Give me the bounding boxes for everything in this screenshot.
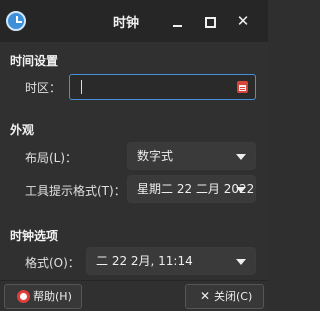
clock-icon — [6, 11, 26, 31]
help-button[interactable]: 帮助(H) — [4, 284, 82, 309]
format-selected-value: 二 22 2月, 11:14 — [96, 254, 193, 268]
section-title-appearance: 外观 — [10, 123, 35, 137]
chevron-down-icon — [236, 187, 246, 193]
chevron-down-icon — [236, 259, 246, 265]
window-close-button[interactable]: ✕ — [232, 10, 254, 32]
layout-selected-value: 数字式 — [137, 149, 174, 163]
chevron-down-icon — [236, 154, 246, 160]
title-bar[interactable]: 时钟 ✕ — [0, 0, 268, 42]
tooltip-format-dropdown[interactable]: 星期二 22 二月 2022 — [127, 175, 256, 203]
minimize-button[interactable] — [166, 10, 188, 32]
layout-label: 布局(L)： — [25, 151, 78, 165]
lifebuoy-icon — [17, 290, 30, 303]
window-title: 时钟 — [112, 16, 139, 31]
section-title-clock-options: 时钟选项 — [10, 229, 59, 243]
button-bar-divider — [0, 280, 268, 281]
layout-dropdown[interactable]: 数字式 — [127, 142, 256, 170]
calendar-icon[interactable] — [237, 81, 248, 93]
clock-settings-dialog: 时钟 ✕ 时间设置 时区： 外观 布局(L)： 数字式 工具提示格式(T)： 星… — [0, 0, 268, 311]
tooltip-format-label: 工具提示格式(T)： — [25, 184, 126, 198]
close-icon: ✕ — [200, 289, 211, 303]
format-label: 格式(O)： — [25, 256, 80, 270]
timezone-input[interactable] — [69, 74, 256, 100]
close-button-label: 关闭(C) — [214, 290, 253, 303]
close-button[interactable]: ✕ 关闭(C) — [185, 284, 264, 309]
text-cursor — [81, 80, 82, 94]
help-button-label: 帮助(H) — [33, 290, 72, 303]
maximize-button[interactable] — [199, 10, 221, 32]
section-title-time-settings: 时间设置 — [10, 54, 59, 68]
timezone-label: 时区： — [25, 81, 62, 95]
format-dropdown[interactable]: 二 22 2月, 11:14 — [86, 247, 256, 275]
